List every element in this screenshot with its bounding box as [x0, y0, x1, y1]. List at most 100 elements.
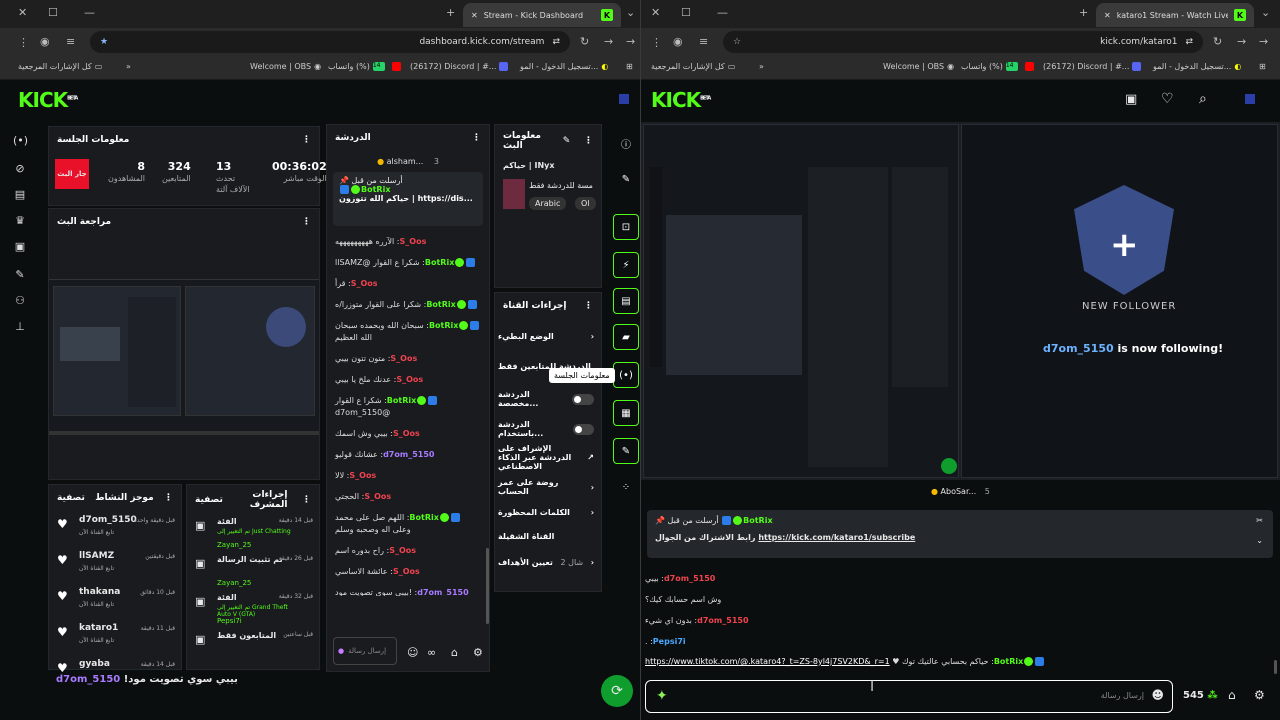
reading-list-icon[interactable]: ≡ [699, 35, 708, 48]
heart-icon[interactable]: ♡ [1161, 91, 1174, 107]
minimize-icon[interactable]: — [84, 6, 95, 19]
profile-icon[interactable]: ◉ [40, 35, 50, 48]
chat-input[interactable]: ● إرسال رسالة [333, 637, 397, 665]
more-icon[interactable]: ⋮ [584, 136, 593, 146]
emoji-icon[interactable]: ☻ [1151, 688, 1164, 702]
users-icon[interactable]: ⚇ [13, 294, 27, 308]
link-icon[interactable]: ⊘ [13, 162, 27, 176]
restore-icon[interactable]: ☐ [48, 6, 58, 19]
collapse-icon[interactable]: ⌄ [1256, 536, 1263, 545]
video-icon[interactable]: ▣ [13, 240, 27, 254]
edit-icon[interactable]: ✎ [563, 136, 571, 146]
search-icon[interactable]: ⌕ [1199, 91, 1207, 107]
bookmark-discord[interactable]: (26172) Discord | #... [410, 62, 509, 71]
address-bar[interactable]: ☆ kick.com/kataro1 ⇄ [723, 31, 1203, 53]
wrench-icon[interactable]: ✎ [13, 268, 27, 282]
lightning-icon[interactable]: ⚡ [613, 252, 639, 278]
chat-link[interactable]: https://www.tiktok.com/@.katarо4?_t=ZS-8… [645, 657, 890, 666]
action-banned-words[interactable]: الكلمات المحظورة › [498, 508, 594, 517]
profile-icon[interactable]: ◉ [673, 35, 683, 48]
tune-icon[interactable]: ⇄ [552, 37, 560, 47]
address-bar[interactable]: ★ dashboard.kick.com/stream ⇄ [90, 31, 570, 53]
tab-kick-dashboard[interactable]: ✕ Stream - Kick Dashboard K [463, 3, 621, 27]
more-icon[interactable]: ⋮ [302, 495, 311, 505]
star-icon[interactable]: ★ [100, 37, 108, 47]
filter-button[interactable]: تصفية [195, 495, 223, 505]
reading-list-icon[interactable]: ≡ [66, 35, 75, 48]
reload-icon[interactable]: ↻ [580, 35, 589, 48]
pinned-message[interactable]: 📌 أرسلت من قبل BotRix حياكم الله تتوزون … [333, 172, 483, 226]
broadcast-icon[interactable]: (•) [613, 362, 639, 388]
action-account-age[interactable]: روضة على عمر الحساب › [498, 478, 594, 496]
bookmark-all[interactable]: كل الإشارات المرجعية ▭ [18, 62, 102, 71]
menu-icon[interactable]: ⋮ [18, 36, 29, 49]
kick-logo[interactable]: KICKBETA [18, 88, 78, 112]
stream-icon[interactable]: (•) [13, 134, 28, 148]
tab-search-icon[interactable]: ⌄ [626, 6, 635, 19]
filter-button[interactable]: تصفية [57, 493, 85, 503]
settings-icon[interactable]: ⚙ [473, 646, 483, 659]
back-icon[interactable]: → [626, 35, 635, 48]
bookmark-whatsapp[interactable]: واتساب (%) 14 [961, 62, 1018, 71]
more-icon[interactable]: ⋮ [302, 217, 311, 227]
chat-scrollbar[interactable] [486, 548, 489, 624]
avatar-icon[interactable] [1245, 94, 1255, 104]
toggle-switch[interactable] [572, 393, 594, 405]
bookmark-login[interactable]: تسجيل الدخول - المو... ◐ [1153, 62, 1241, 71]
action-heavy-channel[interactable]: القناة الشقيلة [498, 532, 594, 541]
emoji-icon[interactable]: ☺ [407, 646, 418, 659]
film-icon[interactable]: ▦ [613, 400, 639, 426]
close-tab-icon[interactable]: ✕ [1104, 11, 1111, 20]
bookmark-obs[interactable]: Welcome | OBS ◉ [883, 62, 954, 71]
bookmark-discord[interactable]: (26172) Discord | #... [1043, 62, 1142, 71]
more-icon[interactable]: ⋮ [472, 133, 481, 143]
emote-picker-icon[interactable]: ∞ [427, 646, 436, 659]
store-icon[interactable]: ⌂ [1228, 688, 1236, 702]
bookmark-youtube[interactable] [1025, 62, 1034, 71]
bookmark-youtube[interactable] [392, 62, 401, 71]
bookmark-overflow-icon[interactable]: » [126, 62, 131, 71]
settings-icon[interactable]: ⚙ [1254, 688, 1265, 702]
tune-icon[interactable]: ⇄ [1185, 37, 1193, 47]
more-icon[interactable]: ⋮ [584, 301, 593, 311]
toggle-switch[interactable] [573, 423, 594, 435]
tab-search-icon[interactable]: ⌄ [1261, 6, 1270, 19]
stream-preview-video[interactable] [49, 279, 319, 435]
tab-kataro1-stream[interactable]: ✕ kataro1 Stream - Watch Live on... K [1096, 3, 1254, 27]
close-window-icon[interactable]: ✕ [18, 6, 27, 19]
back-icon[interactable]: → [1259, 35, 1268, 48]
star-icon[interactable]: ☆ [733, 37, 741, 47]
forward-icon[interactable]: → [1237, 35, 1246, 48]
more-icon[interactable]: ⋮ [302, 135, 311, 145]
kicks-balance[interactable]: 545 ⁂ [1183, 690, 1218, 701]
menu-icon[interactable]: ⋮ [651, 36, 662, 49]
bookmark-overflow-icon[interactable]: » [759, 62, 764, 71]
document-icon[interactable]: ▤ [613, 288, 639, 314]
bookmark-obs[interactable]: Welcome | OBS ◉ [250, 62, 321, 71]
action-ai-moderation[interactable]: الإشراف على الدردشة عبر الذكاء الاصطناعي… [498, 444, 594, 471]
bookmark-all[interactable]: كل الإشارات المرجعية ▭ [651, 62, 735, 71]
minimize-icon[interactable]: — [717, 6, 728, 19]
action-set-goals[interactable]: تعيين الأهداف 2 شال › [498, 558, 594, 567]
new-tab-icon[interactable]: + [1079, 6, 1088, 19]
apps-icon[interactable]: ⊞ [1259, 62, 1266, 71]
trophy-icon[interactable]: ♛ [13, 214, 27, 228]
pencil-icon[interactable]: ✎ [613, 166, 639, 192]
apps-icon[interactable]: ⊞ [626, 62, 633, 71]
info-icon[interactable]: ⓘ [613, 130, 639, 156]
chat-scrollbar[interactable] [1274, 660, 1277, 674]
screen-icon[interactable]: ⊡ [613, 214, 639, 240]
action-chat-using[interactable]: الدردشة باستخدام... [498, 420, 594, 438]
browse-icon[interactable]: ▣ [1125, 92, 1137, 107]
store-icon[interactable]: ⌂ [451, 646, 458, 659]
action-custom-chat[interactable]: الدردشة مخصصة... [498, 390, 594, 408]
close-window-icon[interactable]: ✕ [651, 6, 660, 19]
bookmark-login[interactable]: تسجيل الدخول - المو... ◐ [520, 62, 608, 71]
analytics-icon[interactable]: ▤ [13, 188, 27, 202]
restore-icon[interactable]: ☐ [681, 6, 691, 19]
kick-logo[interactable]: KICKBETA [651, 88, 711, 112]
tools-icon[interactable]: ✎ [613, 438, 639, 464]
unpin-icon[interactable]: ✂ [1256, 516, 1263, 525]
reload-icon[interactable]: ↻ [1213, 35, 1222, 48]
new-tab-icon[interactable]: + [446, 6, 455, 19]
